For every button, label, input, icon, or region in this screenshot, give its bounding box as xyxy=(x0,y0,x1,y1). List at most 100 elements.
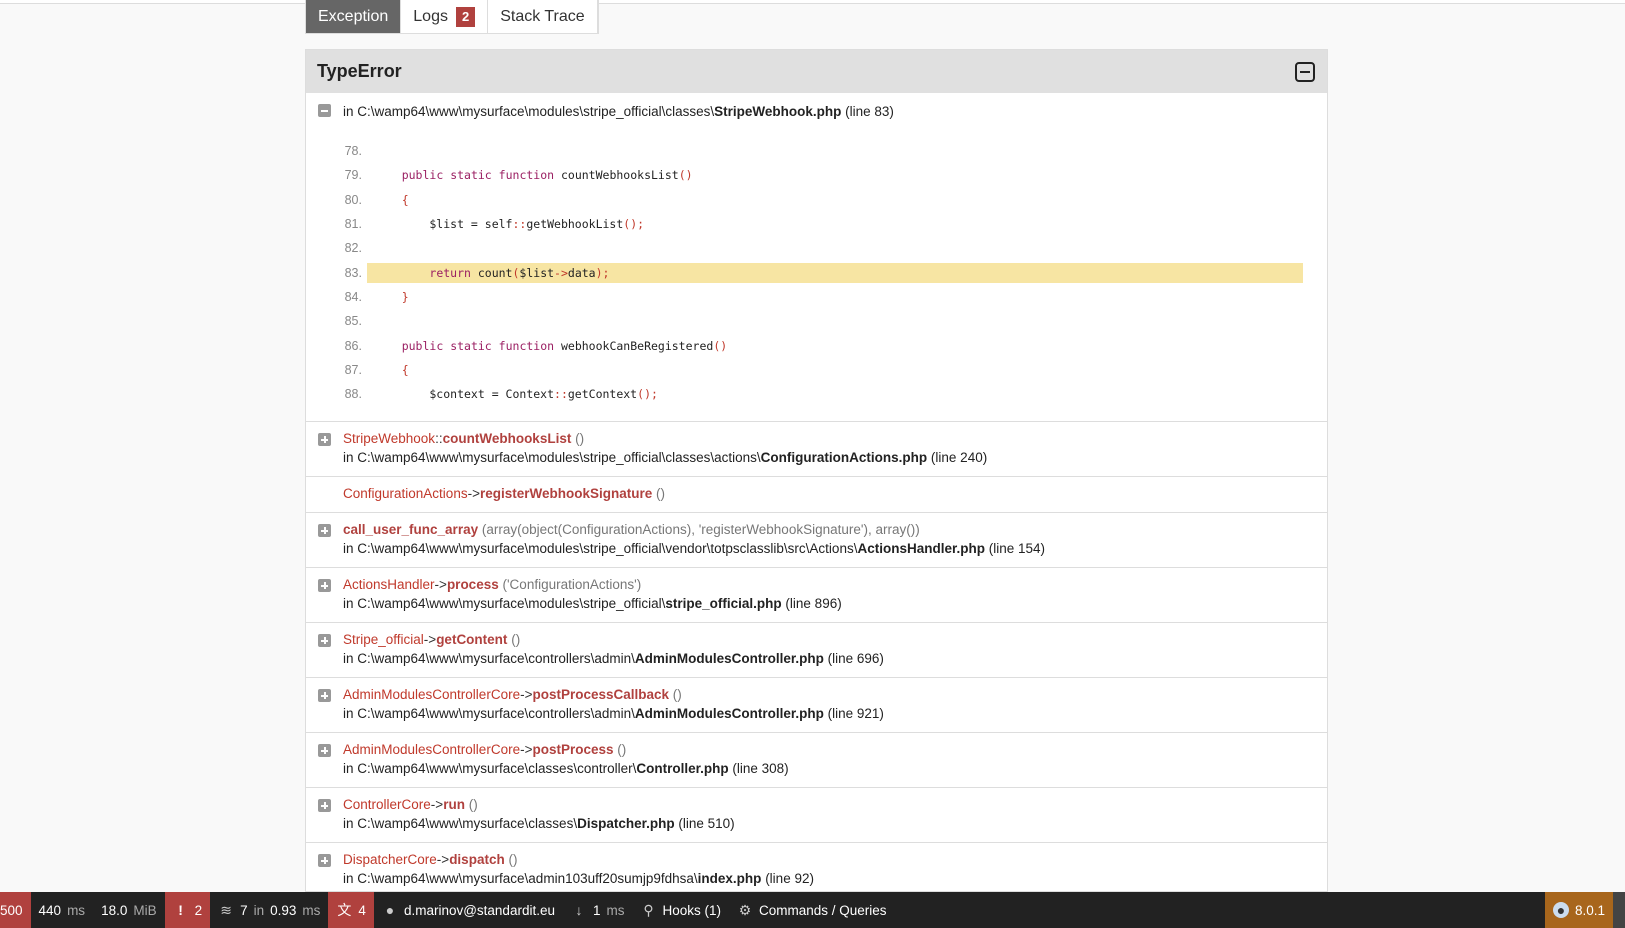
debug-toolbar: 500 440 ms 18.0 MiB ! 2 ≋ 7 in 0.93 ms 文4 ● d.ma… xyxy=(0,892,1625,928)
translation-icon: 文 xyxy=(337,902,352,918)
stack-frame: Stripe_official->getContent () in C:\wamp… xyxy=(306,623,1327,678)
frame-args: () xyxy=(468,797,478,812)
collapse-icon[interactable] xyxy=(1295,61,1315,82)
expand-icon[interactable] xyxy=(318,744,331,757)
frame-method: postProcess xyxy=(532,742,614,757)
toolbar-toggle[interactable] xyxy=(1613,892,1625,928)
exception-file: in C:\wamp64\www\mysurface\modules\strip… xyxy=(343,104,894,119)
frame-file: in C:\wamp64\www\mysurface\modules\strip… xyxy=(343,450,988,465)
code-line: 79. public static function countWebhooks… xyxy=(336,163,1303,187)
stack-frame: ControllerCore->run () in C:\wamp64\www\m… xyxy=(306,788,1327,843)
expand-icon[interactable] xyxy=(318,634,331,647)
line-number: 87. xyxy=(344,362,362,377)
frame-args: () xyxy=(575,431,585,446)
frame-method: postProcessCallback xyxy=(532,687,670,702)
expand-icon[interactable] xyxy=(318,799,331,812)
line-number: 81. xyxy=(344,217,362,232)
memory-usage[interactable]: 18.0 MiB xyxy=(93,892,165,928)
tab-exception[interactable]: Exception xyxy=(306,0,402,33)
frame-operator: -> xyxy=(430,797,444,812)
code-text: public static function countWebhooksList… xyxy=(401,168,693,183)
frame-method: registerWebhookSignature xyxy=(479,486,653,501)
exclamation-icon: ! xyxy=(178,902,183,918)
user-item[interactable]: ● d.marinov@standardit.eu xyxy=(374,892,563,928)
translations-item[interactable]: 文4 xyxy=(328,892,374,928)
prestashop-logo-icon: ● xyxy=(1552,902,1569,918)
database-item[interactable]: ≋ 7 in 0.93 ms xyxy=(210,892,328,928)
line-number: 82. xyxy=(344,241,362,256)
code-text: } xyxy=(401,289,409,304)
code-line: 87. { xyxy=(336,358,1303,382)
stack-frame: StripeWebhook::countWebhooksList ()in C:… xyxy=(306,422,1327,477)
frame-class: Stripe_official xyxy=(343,632,424,647)
frame-operator: -> xyxy=(520,742,533,757)
code-text: public static function webhookCanBeRegis… xyxy=(401,338,728,353)
frame-class: DispatcherCore xyxy=(343,852,437,867)
frame-call: call_user_func_array (array(object(Confi… xyxy=(343,522,920,537)
code-text: $context = Context::getContext(); xyxy=(374,387,658,402)
tab-logs[interactable]: Logs 2 xyxy=(401,0,489,33)
stack-frame: ConfigurationActions->registerWebhookSig… xyxy=(306,477,1327,513)
code-text: return count($list->data); xyxy=(367,262,1303,283)
frame-class: StripeWebhook xyxy=(343,431,436,446)
expand-icon[interactable] xyxy=(318,689,331,702)
frame-call: ControllerCore->run () xyxy=(343,797,478,812)
exception-header: TypeError xyxy=(306,50,1327,93)
expand-icon[interactable] xyxy=(318,854,331,867)
frame-class: ControllerCore xyxy=(343,797,431,812)
exception-title: TypeError xyxy=(317,61,402,81)
tab-bar: Exception Logs 2 Stack Trace xyxy=(305,0,599,34)
code-line: 84. } xyxy=(336,285,1303,309)
expand-icon[interactable] xyxy=(318,433,331,446)
frame-call: ConfigurationActions->registerWebhookSig… xyxy=(343,486,665,501)
exceptions-item[interactable]: ! 2 xyxy=(164,892,211,928)
frame-class: ConfigurationActions xyxy=(343,486,468,501)
status-code[interactable]: 500 xyxy=(0,892,31,928)
frame-args: () xyxy=(672,687,682,702)
frame-class: AdminModulesControllerCore xyxy=(343,687,521,702)
line-number: 79. xyxy=(344,168,362,183)
code-line: 85. xyxy=(336,309,1303,333)
frame-operator: -> xyxy=(520,687,533,702)
frame-args: () xyxy=(617,742,627,757)
frame-operator: -> xyxy=(467,486,480,501)
frame-file: in C:\wamp64\www\mysurface\modules\strip… xyxy=(343,596,842,611)
version-item[interactable]: ● 8.0.1 xyxy=(1544,892,1613,928)
layers-icon: ≋ xyxy=(220,902,232,918)
code-line: 82. xyxy=(336,236,1303,260)
expand-icon[interactable] xyxy=(318,524,331,537)
code-line: 80. { xyxy=(336,188,1303,212)
exception-panel: TypeError in C:\wamp64\www\mysurface\mod… xyxy=(305,49,1328,892)
frame-method: countWebhooksList xyxy=(442,431,572,446)
code-text: { xyxy=(401,362,409,377)
frame-file: in C:\wamp64\www\mysurface\classes\contr… xyxy=(343,761,789,776)
frame-args: ('ConfigurationActions') xyxy=(502,577,642,592)
request-time[interactable]: 440 ms xyxy=(31,892,94,928)
tab-stack-trace[interactable]: Stack Trace xyxy=(488,0,598,33)
frame-method: dispatch xyxy=(449,852,505,867)
user-icon: ● xyxy=(385,902,395,918)
frame-method: run xyxy=(443,797,465,812)
hooks-item[interactable]: ⚲ Hooks (1) xyxy=(632,892,729,928)
minus-icon[interactable] xyxy=(318,104,331,117)
frame-file: in C:\wamp64\www\mysurface\controllers\a… xyxy=(343,651,884,666)
line-number: 84. xyxy=(344,289,362,304)
frame-file: in C:\wamp64\www\mysurface\admin103uff20… xyxy=(343,871,814,886)
frame-call: DispatcherCore->dispatch () xyxy=(343,852,517,867)
frame-args: () xyxy=(511,632,521,647)
frame-args: (array(object(ConfigurationActions), 're… xyxy=(481,522,920,537)
commands-item[interactable]: ⚙ Commands / Queries xyxy=(729,892,895,928)
stack-frame: call_user_func_array (array(object(Confi… xyxy=(306,513,1327,568)
stack-frame: ActionsHandler->process ('ConfigurationA… xyxy=(306,568,1327,623)
expand-icon[interactable] xyxy=(318,579,331,592)
frame-args: () xyxy=(656,486,666,501)
stack-frame: AdminModulesControllerCore->postProcess … xyxy=(306,733,1327,788)
code-text: $list = self::getWebhookList(); xyxy=(374,217,645,232)
arrow-down-icon: ↓ xyxy=(575,902,583,918)
request-item[interactable]: ↓ 1 ms xyxy=(563,892,633,928)
frame-operator: :: xyxy=(435,431,443,446)
exception-frame: in C:\wamp64\www\mysurface\modules\strip… xyxy=(306,93,1327,422)
code-line: 81. $list = self::getWebhookList(); xyxy=(336,212,1303,236)
